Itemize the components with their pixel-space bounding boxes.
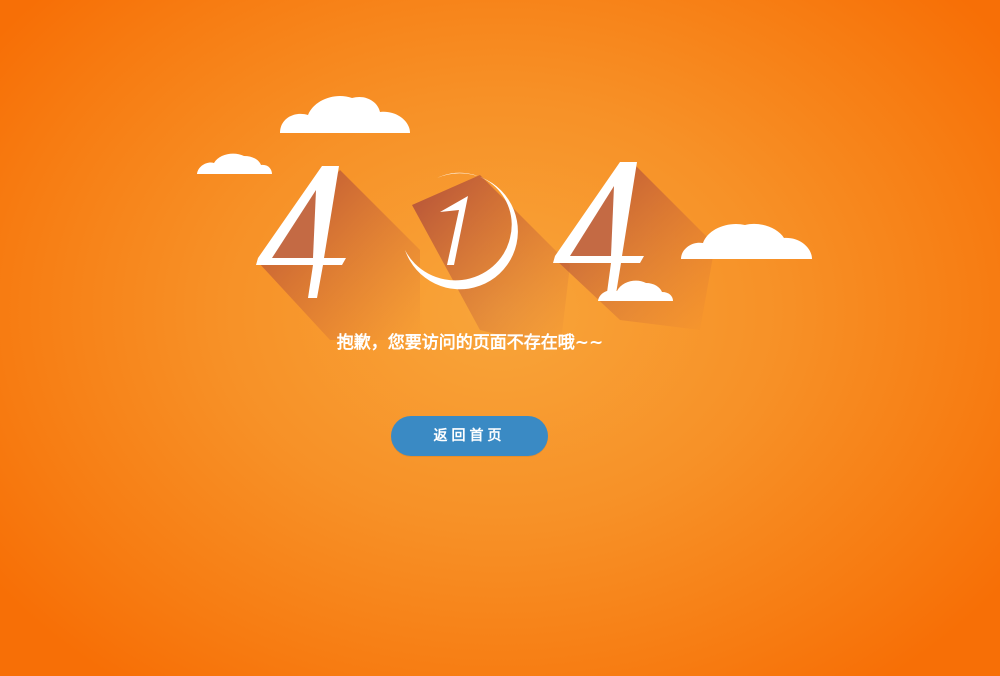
not-found-message: 抱歉，您要访问的页面不存在哦~~ [336, 333, 604, 353]
cloud-left [197, 153, 272, 174]
cloud-top-center [280, 95, 410, 133]
error-page: 抱歉，您要访问的页面不存在哦~~ 返回首页 [0, 0, 1000, 676]
return-home-button[interactable]: 返回首页 [391, 416, 548, 456]
